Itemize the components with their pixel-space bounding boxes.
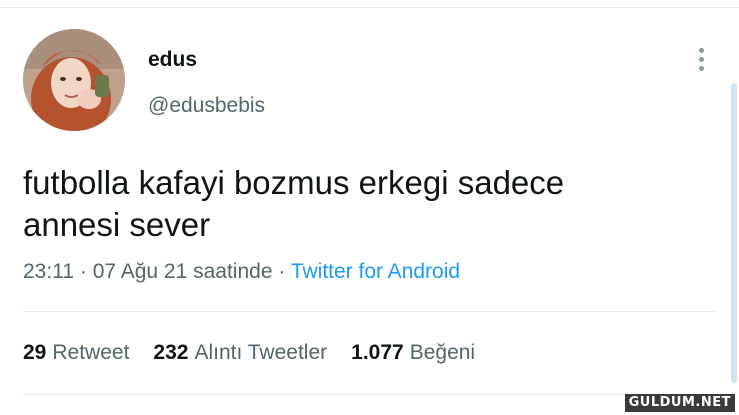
retweets-label: Retweet xyxy=(52,341,130,364)
top-divider xyxy=(0,7,739,8)
tweet-date: 07 Ağu 21 saatinde xyxy=(92,260,273,283)
quotes-count: 232 xyxy=(153,341,189,364)
divider xyxy=(23,394,717,395)
more-vertical-icon[interactable] xyxy=(694,48,708,74)
meta-separator: · xyxy=(278,260,286,283)
likes-count: 1.077 xyxy=(351,341,404,364)
quotes-stat[interactable]: 232 Alıntı Tweetler xyxy=(153,339,327,367)
tweet-meta: 23:11 · 07 Ağu 21 saatinde · Twitter for… xyxy=(23,258,460,286)
scrollbar[interactable] xyxy=(731,83,737,383)
tweet-time: 23:11 xyxy=(23,260,74,283)
retweets-count: 29 xyxy=(23,341,47,364)
avatar[interactable] xyxy=(23,29,125,131)
display-name[interactable]: edus xyxy=(148,47,197,73)
retweets-stat[interactable]: 29 Retweet xyxy=(23,339,129,367)
tweet-text: futbolla kafayi bozmus erkegi sadece ann… xyxy=(23,164,565,243)
user-handle[interactable]: @edusbebis xyxy=(148,93,265,119)
likes-label: Beğeni xyxy=(409,341,476,364)
meta-separator: · xyxy=(79,260,87,283)
divider xyxy=(23,311,717,312)
tweet-source-link[interactable]: Twitter for Android xyxy=(291,260,460,283)
likes-stat[interactable]: 1.077 Beğeni xyxy=(351,339,475,367)
quotes-label: Alıntı Tweetler xyxy=(194,341,328,364)
tweet-stats: 29 Retweet 232 Alıntı Tweetler 1.077 Beğeni xyxy=(23,339,499,367)
watermark: GULDUM.NET xyxy=(624,394,735,412)
